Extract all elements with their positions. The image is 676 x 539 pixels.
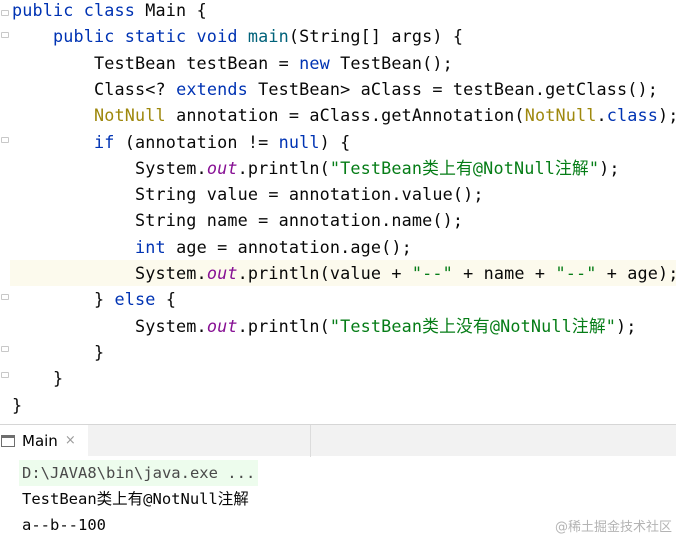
code-token: extends <box>176 78 259 99</box>
code-token: if <box>94 131 125 152</box>
code-token: else <box>114 289 166 310</box>
code-line[interactable]: } else { <box>12 286 176 312</box>
code-line[interactable]: } <box>12 365 63 391</box>
console-output-line: TestBean类上有@NotNull注解 <box>22 490 249 508</box>
code-token: + age); <box>596 263 676 283</box>
fold-marker-icon[interactable] <box>1 372 9 378</box>
code-line-current[interactable]: System.out.println(value + "--" + name +… <box>10 260 676 286</box>
code-token: ); <box>599 157 620 178</box>
code-token: (annotation != <box>124 131 279 152</box>
code-token: "--" <box>555 263 597 283</box>
code-token: null <box>278 131 320 152</box>
watermark: @稀土掘金技术社区 <box>554 520 672 535</box>
code-token: ); <box>658 105 676 126</box>
code-token: class <box>606 105 659 126</box>
code-token: public static void <box>12 26 248 47</box>
fold-marker-icon[interactable] <box>1 346 9 352</box>
code-line[interactable]: NotNull annotation = aClass.getAnnotatio… <box>12 102 676 128</box>
code-token: } <box>12 289 115 310</box>
code-line[interactable]: } <box>12 339 104 365</box>
code-line[interactable]: System.out.println("TestBean类上有@NotNull注… <box>12 155 620 181</box>
code-token: Main { <box>145 0 207 20</box>
code-token: int <box>135 236 177 257</box>
code-token: .println( <box>237 157 330 178</box>
code-token: Class<? <box>12 78 177 99</box>
tab-bar-divider <box>310 425 311 457</box>
code-token: annotation = aClass.getAnnotation( <box>165 105 525 126</box>
run-tab-label: Main <box>22 431 58 450</box>
code-token: out <box>206 263 238 283</box>
code-token: "--" <box>411 263 453 283</box>
code-token: NotNull <box>94 105 166 126</box>
fold-marker-icon[interactable] <box>1 294 9 300</box>
code-token: TestBean(); <box>340 52 453 73</box>
run-console-icon <box>1 434 15 447</box>
code-line[interactable]: Class<? extends TestBean> aClass = testB… <box>12 76 658 102</box>
code-editor[interactable]: public class Main { public static void m… <box>0 0 676 424</box>
code-token: .println(value + <box>237 263 412 283</box>
code-token: System. <box>12 315 207 336</box>
code-token: age = annotation.age(); <box>176 236 412 257</box>
code-line[interactable]: String value = annotation.value(); <box>12 181 484 207</box>
run-tab-main[interactable]: Main × <box>0 425 88 456</box>
code-token: out <box>206 157 238 178</box>
code-token: } <box>12 341 105 362</box>
code-line[interactable]: String name = annotation.name(); <box>12 207 463 233</box>
code-token: { <box>165 289 177 310</box>
code-line[interactable]: TestBean testBean = new TestBean(); <box>12 50 453 76</box>
code-token: new <box>299 52 341 73</box>
code-token: TestBean testBean = <box>12 52 300 73</box>
code-token: String name = annotation.name(); <box>12 210 464 231</box>
run-tool-window: Main × D:\JAVA8\bin\java.exe ... TestBea… <box>0 424 676 539</box>
code-line[interactable]: } <box>12 392 22 418</box>
code-token: out <box>206 315 238 336</box>
code-token: TestBean> aClass = testBean.getClass(); <box>258 78 658 99</box>
code-line[interactable]: System.out.println("TestBean类上没有@NotNull… <box>12 313 637 339</box>
code-token: } <box>12 394 23 415</box>
code-token: } <box>12 368 64 389</box>
code-line[interactable]: public static void main(String[] args) { <box>12 23 463 49</box>
code-token: ) { <box>319 131 351 152</box>
code-token: "TestBean类上没有@NotNull注解" <box>329 315 617 336</box>
fold-marker-icon[interactable] <box>1 10 9 16</box>
code-token: public class <box>12 0 146 20</box>
code-line[interactable]: if (annotation != null) { <box>12 129 350 155</box>
editor-gutter <box>0 0 10 424</box>
code-token: + name + <box>452 263 556 283</box>
code-line[interactable]: public class Main { <box>12 0 207 23</box>
code-token: String value = annotation.value(); <box>12 184 484 205</box>
close-icon[interactable]: × <box>65 433 76 448</box>
code-token: ); <box>616 315 637 336</box>
code-token: (String[] args) { <box>288 26 464 47</box>
code-line[interactable]: int age = annotation.age(); <box>12 234 412 260</box>
console-output-line: a--b--100 <box>22 516 106 534</box>
run-tab-bar: Main × <box>0 424 676 457</box>
code-token: NotNull <box>524 105 597 126</box>
code-token: . <box>596 105 607 126</box>
console-command-line[interactable]: D:\JAVA8\bin\java.exe ... <box>19 460 259 486</box>
code-token: System. <box>12 157 207 178</box>
code-token: "TestBean类上有@NotNull注解" <box>329 157 600 178</box>
fold-marker-icon[interactable] <box>1 32 9 38</box>
code-token: .println( <box>237 315 330 336</box>
code-token: main <box>247 26 289 47</box>
fold-marker-icon[interactable] <box>1 137 9 143</box>
code-token: System. <box>12 263 207 283</box>
